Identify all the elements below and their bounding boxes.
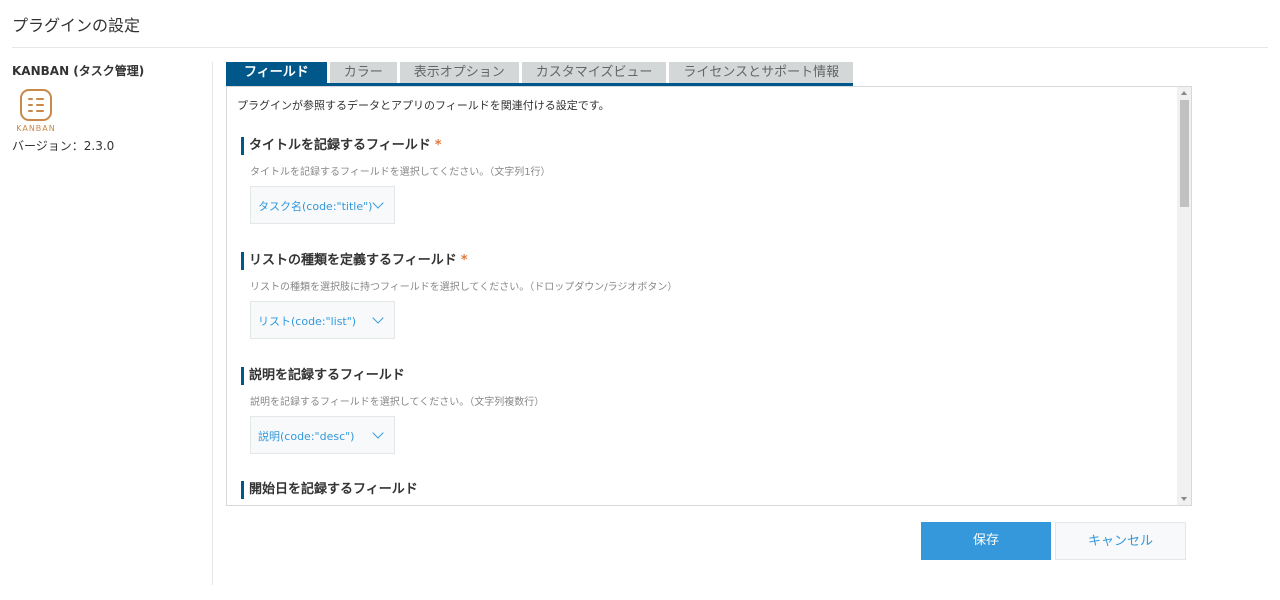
- section-title: 開始日を記録するフィールド: [241, 481, 1141, 499]
- scroll-up-icon[interactable]: [1181, 91, 1187, 95]
- vertical-scrollbar[interactable]: [1177, 87, 1191, 505]
- title-field-section: タイトルを記録するフィールド * タイトルを記録するフィールドを選択してください。…: [241, 137, 1141, 224]
- desc-field-select[interactable]: 説明(code:"desc"): [250, 416, 395, 454]
- required-mark: *: [434, 138, 442, 153]
- section-title: リストの種類を定義するフィールド *: [241, 252, 1141, 270]
- plugin-name: KANBAN (タスク管理): [12, 64, 145, 78]
- chevron-down-icon: [372, 197, 384, 209]
- select-value: リスト(code:"list"): [258, 315, 357, 328]
- scroll-thumb[interactable]: [1180, 100, 1189, 207]
- section-title: タイトルを記録するフィールド *: [241, 137, 1141, 155]
- section-description: 説明を記録するフィールドを選択してください。（文字列複数行）: [250, 397, 545, 408]
- logo-text: KANBAN: [16, 124, 56, 133]
- title-divider: [12, 47, 1268, 48]
- cancel-button[interactable]: キャンセル: [1055, 522, 1186, 560]
- required-mark: *: [460, 253, 468, 268]
- section-title: 説明を記録するフィールド: [241, 367, 1141, 385]
- settings-panel: プラグインが参照するデータとアプリのフィールドを関連付ける設定です。 タイトルを…: [226, 86, 1192, 506]
- title-field-select[interactable]: タスク名(code:"title"): [250, 186, 395, 224]
- kanban-logo-icon: KANBAN: [14, 89, 58, 135]
- intro-text: プラグインが参照するデータとアプリのフィールドを関連付ける設定です。: [237, 99, 610, 112]
- vertical-divider: [212, 62, 213, 585]
- chevron-down-icon: [372, 312, 384, 324]
- plugin-info: KANBAN (タスク管理) KANBAN バージョン：2.3.0: [12, 62, 202, 154]
- list-field-section: リストの種類を定義するフィールド * リストの種類を選択肢に持つフィールドを選択し…: [241, 252, 1141, 339]
- tab-color[interactable]: カラー: [329, 62, 397, 83]
- tab-display-options[interactable]: 表示オプション: [399, 62, 519, 83]
- select-value: 説明(code:"desc"): [258, 430, 355, 443]
- list-field-select[interactable]: リスト(code:"list"): [250, 301, 395, 339]
- settings-scroll-area: プラグインが参照するデータとアプリのフィールドを関連付ける設定です。 タイトルを…: [227, 87, 1177, 505]
- plugin-version: バージョン：2.3.0: [12, 139, 115, 153]
- chevron-down-icon: [372, 427, 384, 439]
- tab-license-support[interactable]: ライセンスとサポート情報: [669, 62, 854, 83]
- tab-bar: フィールド カラー 表示オプション カスタマイズビュー ライセンスとサポート情報: [226, 62, 856, 83]
- scroll-down-icon[interactable]: [1181, 497, 1187, 501]
- page-title: プラグインの設定: [12, 16, 141, 35]
- tab-customize-view[interactable]: カスタマイズビュー: [521, 62, 667, 83]
- desc-field-section: 説明を記録するフィールド 説明を記録するフィールドを選択してください。（文字列複…: [241, 367, 1141, 454]
- select-value: タスク名(code:"title"): [258, 200, 373, 213]
- tab-field[interactable]: フィールド: [226, 62, 327, 83]
- start-date-field-section: 開始日を記録するフィールド: [241, 481, 1141, 499]
- save-button[interactable]: 保存: [921, 522, 1051, 560]
- section-description: タイトルを記録するフィールドを選択してください。（文字列1行）: [250, 167, 551, 178]
- section-description: リストの種類を選択肢に持つフィールドを選択してください。（ドロップダウン/ラジオ…: [250, 282, 678, 293]
